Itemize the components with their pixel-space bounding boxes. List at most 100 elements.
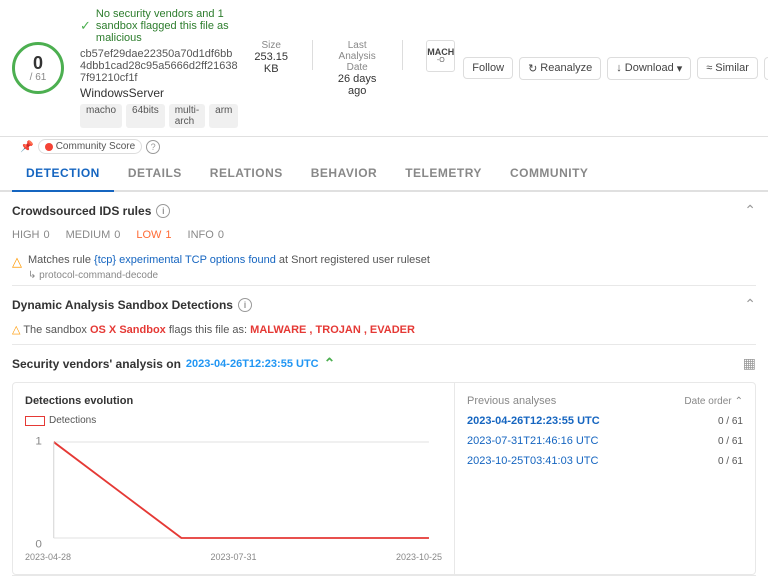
community-row: 📌 Community Score ? xyxy=(0,137,768,156)
rule-text: Matches rule {tcp} experimental TCP opti… xyxy=(28,253,430,268)
analysis-link-2[interactable]: 2023-07-31T21:46:16 UTC xyxy=(467,435,598,447)
reanalyze-label: Reanalyze xyxy=(540,62,592,74)
charts-area: Detections evolution Detections 1 0 xyxy=(12,382,756,575)
rule-item: △ Matches rule {tcp} experimental TCP op… xyxy=(12,249,756,285)
svg-text:1: 1 xyxy=(35,436,42,447)
tab-detection[interactable]: DETECTION xyxy=(12,156,114,192)
file-hash: cb57ef29dae22350a70d1df6bb4dbb1cad28c95a… xyxy=(80,48,238,84)
tab-details[interactable]: DETAILS xyxy=(114,156,196,192)
analysis-score-3: 0 / 61 xyxy=(718,456,743,467)
legend-box xyxy=(25,416,45,426)
x-label-1: 2023-04-28 xyxy=(25,552,71,562)
low-label: LOW xyxy=(136,229,161,241)
filetype-icon: MACH -O xyxy=(426,40,455,72)
analysis-row-1: 2023-04-26T12:23:55 UTC 0 / 61 xyxy=(467,415,743,427)
medium-count: 0 xyxy=(114,229,120,241)
vendors-title-text: Security vendors' analysis on xyxy=(12,357,181,371)
x-label-2: 2023-07-31 xyxy=(210,552,256,562)
sub-arrow-icon: ↳ xyxy=(28,270,36,281)
tag-arm: arm xyxy=(209,104,238,128)
detections-chart: Detections evolution Detections 1 0 xyxy=(13,383,455,574)
score-number: 0 xyxy=(33,54,43,72)
file-size: Size 253.15 KB xyxy=(254,40,288,75)
analysis-row-2: 2023-07-31T21:46:16 UTC 0 / 61 xyxy=(467,435,743,447)
follow-button[interactable]: Follow xyxy=(463,57,513,79)
download-label: Download xyxy=(625,62,674,74)
analysis-row-3: 2023-10-25T03:41:03 UTC 0 / 61 xyxy=(467,455,743,467)
top-bar: 0 / 61 ✓ No security vendors and 1 sandb… xyxy=(0,0,768,137)
nav-tabs: DETECTION DETAILS RELATIONS BEHAVIOR TEL… xyxy=(0,156,768,192)
pin-icon: 📌 xyxy=(20,140,34,153)
tag-macho: macho xyxy=(80,104,122,128)
analysis-link-3[interactable]: 2023-10-25T03:41:03 UTC xyxy=(467,455,598,467)
analyses-sort[interactable]: Date order ⌃ xyxy=(684,396,743,407)
download-chevron-icon: ▾ xyxy=(677,62,683,75)
similar-label: Similar xyxy=(715,62,749,74)
download-icon: ↓ xyxy=(616,62,622,74)
alert-text: No security vendors and 1 sandbox flagge… xyxy=(96,8,238,44)
analysis-score-2: 0 / 61 xyxy=(718,436,743,447)
size-label: Size xyxy=(254,40,288,51)
chart-legend: Detections xyxy=(25,415,442,426)
x-label-3: 2023-10-25 xyxy=(396,552,442,562)
file-name: WindowsServer xyxy=(80,86,238,100)
sandbox-section-header[interactable]: Dynamic Analysis Sandbox Detections i ⌃ xyxy=(12,286,756,319)
download-button[interactable]: ↓ Download ▾ xyxy=(607,57,691,80)
tab-telemetry[interactable]: TELEMETRY xyxy=(391,156,496,192)
chart-svg: 1 0 xyxy=(25,430,442,550)
file-info: ✓ No security vendors and 1 sandbox flag… xyxy=(72,8,238,128)
date-label: Last Analysis Date xyxy=(337,40,378,73)
analysis-score-1: 0 / 61 xyxy=(718,416,743,427)
score-total: / 61 xyxy=(30,72,47,83)
more-button[interactable]: More ▾ xyxy=(764,57,768,80)
similar-icon: ≈ xyxy=(706,62,712,74)
level-medium: MEDIUM 0 xyxy=(66,229,121,241)
ids-info-icon[interactable]: i xyxy=(156,204,170,218)
community-score-label: Community Score xyxy=(56,141,135,152)
rule-content: Matches rule {tcp} experimental TCP opti… xyxy=(28,253,430,281)
meta-divider-2 xyxy=(402,40,403,70)
tag-64bits: 64bits xyxy=(126,104,165,128)
vendors-date[interactable]: 2023-04-26T12:23:55 UTC xyxy=(186,358,319,370)
ids-title-text: Crowdsourced IDS rules xyxy=(12,204,151,218)
meta-divider xyxy=(312,40,313,70)
similar-button[interactable]: ≈ Similar xyxy=(697,57,758,79)
high-count: 0 xyxy=(44,229,50,241)
analyses-title: Previous analyses xyxy=(467,395,556,407)
sandbox-title-text: Dynamic Analysis Sandbox Detections xyxy=(12,298,233,312)
warning-icon: △ xyxy=(12,254,22,270)
rule-link[interactable]: {tcp} experimental TCP options found xyxy=(94,254,276,266)
copy-icon[interactable]: ▦ xyxy=(743,355,756,372)
vendors-title: Security vendors' analysis on 2023-04-26… xyxy=(12,355,335,372)
tab-relations[interactable]: RELATIONS xyxy=(196,156,297,192)
sandbox-info-icon[interactable]: i xyxy=(238,298,252,312)
file-meta: Size 253.15 KB Last Analysis Date 26 day… xyxy=(254,40,455,97)
reanalyze-icon: ↻ xyxy=(528,62,537,75)
ids-section-header[interactable]: Crowdsourced IDS rules i ⌃ xyxy=(12,192,756,225)
vendors-section: Security vendors' analysis on 2023-04-26… xyxy=(12,345,756,576)
level-info: INFO 0 xyxy=(188,229,224,241)
warning-icon-sandbox: △ xyxy=(12,324,20,336)
analyses-header: Previous analyses Date order ⌃ xyxy=(467,395,743,407)
community-score-badge: Community Score xyxy=(38,139,142,154)
analysis-date: Last Analysis Date 26 days ago xyxy=(337,40,378,97)
analyses-list: 2023-04-26T12:23:55 UTC 0 / 61 2023-07-3… xyxy=(467,415,743,467)
chart-x-labels: 2023-04-28 2023-07-31 2023-10-25 xyxy=(25,552,442,562)
analysis-link-1[interactable]: 2023-04-26T12:23:55 UTC xyxy=(467,415,600,427)
community-dot xyxy=(45,143,53,151)
community-info-icon[interactable]: ? xyxy=(146,140,160,154)
ids-levels: HIGH 0 MEDIUM 0 LOW 1 INFO 0 xyxy=(12,225,756,249)
sort-chevron-icon: ⌃ xyxy=(735,396,743,407)
tab-behavior[interactable]: BEHAVIOR xyxy=(297,156,391,192)
size-value: 253.15 KB xyxy=(254,51,288,75)
score-circle: 0 / 61 xyxy=(12,42,64,94)
low-count: 1 xyxy=(165,229,171,241)
tab-community[interactable]: COMMUNITY xyxy=(496,156,603,192)
file-tags: macho 64bits multi-arch arm xyxy=(80,104,238,128)
reanalyze-button[interactable]: ↻ Reanalyze xyxy=(519,57,601,80)
tag-multi-arch: multi-arch xyxy=(169,104,205,128)
action-buttons: Follow ↻ Reanalyze ↓ Download ▾ ≈ Simila… xyxy=(463,57,768,80)
alert-banner: ✓ No security vendors and 1 sandbox flag… xyxy=(80,8,238,44)
sandbox-link[interactable]: OS X Sandbox xyxy=(90,324,166,336)
sort-label: Date order xyxy=(684,396,731,407)
